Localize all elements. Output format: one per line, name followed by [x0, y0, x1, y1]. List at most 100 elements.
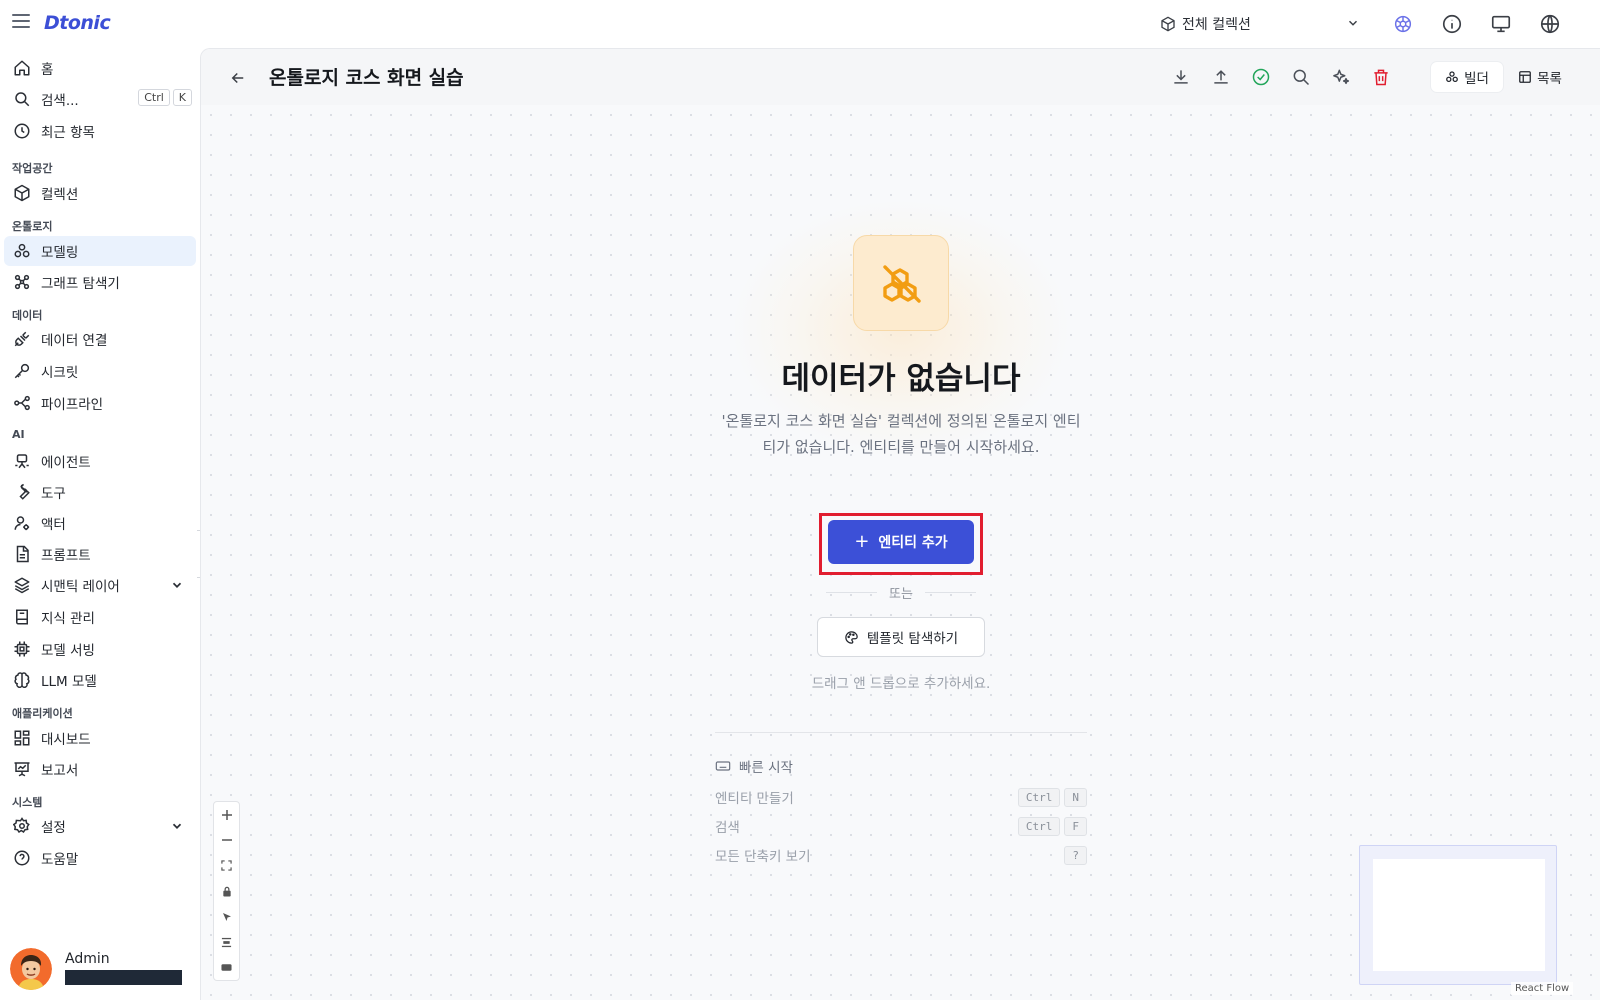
builder-view-button[interactable]: 빌더: [1431, 62, 1503, 92]
sidebar-item-llm-models[interactable]: LLM 모델: [4, 665, 196, 695]
user-email-redacted: [65, 970, 182, 985]
hexagons-off-icon: [883, 265, 921, 303]
palette-icon: [845, 630, 858, 644]
section-label-workspace: 작업공간: [12, 162, 53, 175]
user-cog-icon: [14, 516, 30, 531]
keyboard-icon: [715, 761, 731, 771]
shortcut-key: K: [172, 89, 192, 106]
shortcut-key: F: [1064, 816, 1087, 836]
sidebar-item-label: LLM 모델: [41, 674, 97, 690]
sidebar-item-label: 대시보드: [41, 732, 91, 748]
trash-icon[interactable]: [1371, 67, 1391, 87]
sidebar-item-label: 컬렉션: [41, 187, 79, 203]
quick-start-title-label: 빠른 시작: [739, 760, 793, 776]
collection-select[interactable]: 전체 컬렉션: [1160, 10, 1360, 38]
back-arrow-icon[interactable]: [229, 69, 247, 87]
graph-icon: [14, 274, 30, 290]
react-flow-attribution[interactable]: React Flow: [1511, 982, 1574, 995]
empty-state-title: 데이터가 없습니다: [781, 361, 1021, 397]
quick-start-label: 엔티티 만들기: [715, 791, 794, 807]
key-icon: [14, 363, 30, 379]
minus-icon: [221, 839, 232, 841]
sidebar-item-agent[interactable]: 에이전트: [4, 446, 196, 476]
sidebar-item-label: 도구: [41, 486, 66, 502]
clock-icon: [14, 123, 30, 139]
sidebar-item-semantic-layer[interactable]: 시맨틱 레이어: [4, 570, 196, 600]
monitor-icon[interactable]: [1490, 13, 1512, 35]
cpu-icon: [14, 641, 30, 657]
shortcut-key: ?: [1064, 845, 1087, 865]
sidebar-item-secrets[interactable]: 시크릿: [4, 356, 196, 386]
sidebar-item-home[interactable]: 홈: [4, 53, 196, 83]
sidebar-item-knowledge[interactable]: 지식 관리: [4, 602, 196, 632]
chevron-down-icon: [172, 582, 182, 588]
sidebar-item-prompt[interactable]: 프롬프트: [4, 539, 196, 569]
avatar[interactable]: [10, 948, 52, 990]
sidebar-item-help[interactable]: 도움말: [4, 843, 196, 873]
user-name: Admin: [65, 951, 110, 967]
sidebar-item-label: 파이프라인: [41, 397, 104, 413]
gear-icon: [13, 817, 30, 834]
sidebar-item-collections[interactable]: 컬렉션: [4, 178, 196, 208]
sidebar-item-reports[interactable]: 보고서: [4, 754, 196, 784]
sidebar-item-pipeline[interactable]: 파이프라인: [4, 388, 196, 418]
sidebar-item-recent[interactable]: 최근 항목: [4, 116, 196, 146]
plus-icon: [221, 809, 232, 820]
sidebar-item-dashboard[interactable]: 대시보드: [4, 723, 196, 753]
chevron-down-icon: [1348, 20, 1358, 26]
sidebar-item-modeling[interactable]: 모델링: [4, 236, 196, 266]
ontology-badge-icon[interactable]: [1392, 13, 1414, 35]
add-entity-button[interactable]: + 엔티티 추가: [828, 520, 974, 564]
minimap-toggle-button[interactable]: [214, 955, 239, 981]
layout-button[interactable]: [214, 930, 239, 956]
fit-view-button[interactable]: [214, 853, 239, 879]
check-circle-icon[interactable]: [1251, 67, 1271, 87]
sidebar-item-tools[interactable]: 도구: [4, 477, 196, 507]
help-circle-icon: [14, 850, 30, 866]
quick-start-divider: [715, 732, 1087, 733]
zoom-in-button[interactable]: [214, 802, 239, 828]
browse-templates-button[interactable]: 템플릿 탐색하기: [817, 617, 985, 657]
empty-state-icon-box: [853, 235, 949, 331]
sparkles-icon[interactable]: [1331, 67, 1351, 87]
quick-start-row: 검색 Ctrl F: [715, 815, 1087, 837]
layers-icon: [14, 577, 30, 594]
section-label-applications: 애플리케이션: [12, 707, 73, 720]
info-icon[interactable]: [1441, 13, 1463, 35]
plus-icon: +: [854, 531, 870, 552]
search-icon[interactable]: [1291, 67, 1311, 87]
page-header: 온톨로지 코스 화면 실습 빌더 목록: [201, 49, 1600, 105]
minimap-icon: [221, 964, 232, 971]
sidebar-item-graph-explorer[interactable]: 그래프 탐색기: [4, 267, 196, 297]
sidebar-item-search[interactable]: 검색... Ctrl K: [4, 84, 196, 114]
zoom-out-button[interactable]: [214, 828, 239, 854]
minimap-viewport[interactable]: [1373, 859, 1545, 971]
download-icon[interactable]: [1171, 67, 1191, 87]
flow-controls: [213, 801, 240, 981]
lock-button[interactable]: [214, 879, 239, 905]
minimap[interactable]: [1359, 845, 1557, 985]
upload-icon[interactable]: [1211, 67, 1231, 87]
select-mode-button[interactable]: [214, 904, 239, 930]
quick-start-title: 빠른 시작: [715, 756, 793, 776]
table-icon: [1519, 71, 1531, 83]
dashboard-icon: [14, 730, 30, 746]
sidebar-item-settings[interactable]: 설정: [4, 811, 196, 841]
sidebar-item-label: 모델 서빙: [41, 643, 95, 659]
hamburger-icon[interactable]: [12, 14, 30, 34]
sidebar-item-actor[interactable]: 액터: [4, 508, 196, 538]
list-view-button[interactable]: 목록: [1509, 62, 1571, 92]
section-label-ontology: 온톨로지: [12, 220, 53, 233]
sidebar-item-model-serving[interactable]: 모델 서빙: [4, 634, 196, 664]
modeling-icon: [1446, 71, 1458, 83]
globe-icon[interactable]: [1539, 13, 1561, 35]
sidebar-item-label: 모델링: [41, 245, 79, 261]
home-icon: [14, 60, 30, 76]
app-logo[interactable]: Dtonic: [44, 12, 111, 34]
shortcut-key: Ctrl: [1017, 787, 1061, 807]
cube-icon: [1161, 16, 1175, 32]
search-icon: [15, 92, 30, 107]
sidebar-item-label: 데이터 연결: [41, 333, 108, 349]
sidebar-item-data-connection[interactable]: 데이터 연결: [4, 324, 196, 354]
sidebar-item-label: 지식 관리: [41, 611, 95, 627]
